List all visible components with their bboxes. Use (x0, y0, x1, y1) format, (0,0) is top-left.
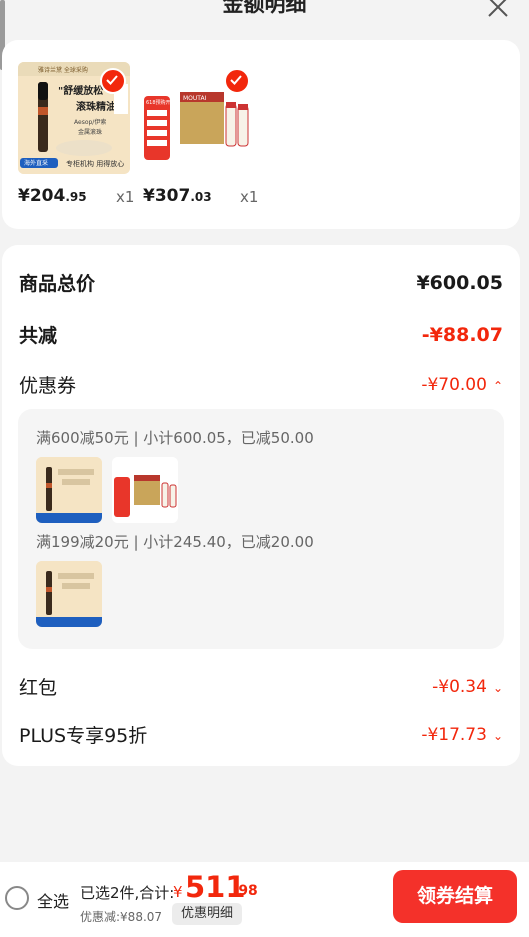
discount-detail-button[interactable]: 优惠明细 (172, 903, 243, 925)
coupon-value: -¥70.00 (421, 374, 487, 395)
plus-row[interactable]: PLUS专享95折 -¥17.73 ⌄ (19, 721, 503, 748)
redpacket-label: 红包 (19, 677, 58, 699)
product-qty: x1 (116, 188, 135, 206)
chevron-down-icon[interactable]: ⌄ (493, 729, 503, 743)
coupon-detail-box: 满600减50元 | 小计600.05，已减50.00 满199减20元 | 小… (18, 409, 504, 649)
coupon-group-text: 满600减50元 | 小计600.05，已减50.00 (36, 429, 314, 447)
redpacket-value-wrap: -¥0.34 ⌄ (432, 677, 503, 697)
discount-text: 优惠减:¥88.07 (80, 910, 163, 924)
product-sub-text: 滚珠精油 (76, 100, 116, 113)
plus-label: PLUS专享95折 (19, 725, 148, 747)
product-price: ¥307.03 (143, 186, 212, 206)
total-label: 商品总价 (19, 273, 96, 295)
coupon-product-thumb (112, 457, 178, 523)
coupon-product-thumb (36, 561, 102, 627)
page-title: 金额明细 (222, 0, 307, 16)
total-yen: ¥ (173, 883, 183, 901)
product-corner-text: 海外直采 (24, 159, 48, 167)
price-int: ¥307 (143, 186, 191, 206)
coupon-label: 优惠券 (19, 375, 77, 397)
total-value: ¥600.05 (416, 271, 503, 294)
coupon-group-text: 满199减20元 | 小计245.40，已减20.00 (36, 533, 314, 551)
price-int: ¥204 (18, 186, 66, 206)
product-moutai-brand-text: MOUTAI (183, 95, 207, 102)
reduce-row: 共减 -¥88.07 (19, 321, 503, 348)
redpacket-row[interactable]: 红包 -¥0.34 ⌄ (19, 673, 503, 700)
reduce-label: 共减 (19, 325, 58, 347)
coupon-row[interactable]: 优惠券 -¥70.00 ⌃ (19, 371, 503, 398)
selected-products-card: 雅诗兰黛 全球采购 "舒缓放松" 滚珠精油 Aesop/伊索 金属滚珠 海外直采… (2, 40, 520, 229)
plus-value-wrap: -¥17.73 ⌄ (421, 725, 503, 745)
checkout-bar: 全选 已选2件,合计: ¥ 511 .98 优惠减:¥88.07 优惠明细 领券… (0, 862, 529, 937)
price-dec: .95 (65, 190, 87, 204)
checkout-button[interactable]: 领券结算 (393, 870, 517, 923)
product-brand-text: Aesop/伊索 (74, 118, 106, 126)
product-footer-text: 专柜机构 用得放心 (66, 159, 124, 168)
product-price: ¥204.95 (18, 186, 87, 206)
total-row: 商品总价 ¥600.05 (19, 269, 503, 296)
product-banner-text: 雅诗兰黛 全球采购 (38, 66, 88, 74)
select-all-radio[interactable] (5, 886, 29, 910)
close-icon[interactable] (485, 0, 511, 20)
total-dec: .98 (233, 883, 258, 899)
reduce-value: -¥88.07 (421, 323, 503, 346)
price-dec: .03 (190, 190, 212, 204)
chevron-up-icon[interactable]: ⌃ (493, 379, 503, 393)
chevron-down-icon[interactable]: ⌄ (493, 681, 503, 695)
redpacket-value: -¥0.34 (432, 676, 487, 697)
product-badge-text: 618预购开抢 (146, 99, 176, 106)
coupon-product-thumb (36, 457, 102, 523)
product-note-text: 金属滚珠 (78, 128, 102, 136)
price-summary-card: 商品总价 ¥600.05 共减 -¥88.07 优惠券 -¥70.00 ⌃ 满60… (2, 245, 520, 766)
coupon-value-wrap: -¥70.00 ⌃ (421, 375, 503, 395)
select-all-label[interactable]: 全选 (37, 888, 69, 912)
header: 金额明细 (0, 0, 529, 30)
plus-value: -¥17.73 (421, 724, 487, 745)
selected-count-text: 已选2件,合计: (80, 884, 175, 902)
selected-check-icon[interactable] (224, 68, 250, 94)
product-qty: x1 (240, 188, 259, 206)
selected-check-icon[interactable] (100, 68, 126, 94)
